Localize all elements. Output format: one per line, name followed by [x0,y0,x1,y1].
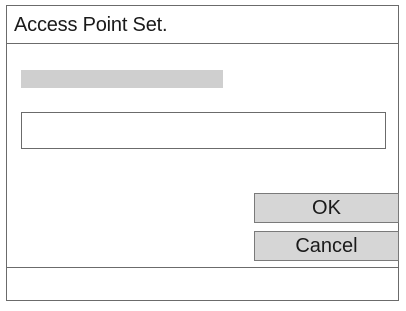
cancel-button[interactable]: Cancel [254,231,399,261]
ok-button[interactable]: OK [254,193,399,223]
dialog-title: Access Point Set. [14,14,168,36]
access-point-input[interactable] [21,112,386,149]
footer-divider [7,267,398,268]
field-label-placeholder [21,70,223,88]
dialog-title-bar: Access Point Set. [7,6,398,44]
access-point-dialog: Access Point Set. OK Cancel [6,5,399,301]
